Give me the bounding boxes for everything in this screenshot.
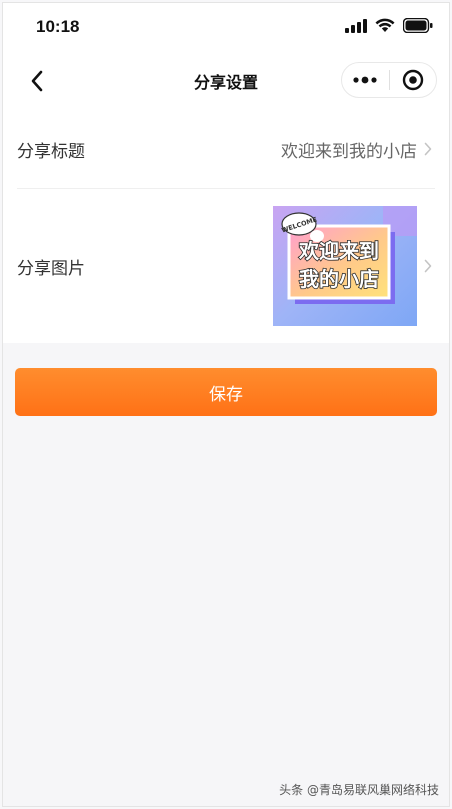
share-title-label: 分享标题 (17, 141, 85, 162)
watermark-text: 头条 @青岛易联风巢网络科技 (279, 783, 439, 797)
poster-line-1: 欢迎来到 (298, 239, 379, 263)
share-image-right: WELCOME 欢迎来到 我的小店 (273, 206, 433, 326)
save-button[interactable]: 保存 (15, 368, 437, 416)
more-dots-icon (353, 76, 377, 84)
phone-screen: 10:18 分享设置 分享标题 欢迎来到我的小店 分享图片 WELCOME 欢迎… (2, 2, 450, 807)
target-close-icon (402, 69, 423, 91)
more-menu-button[interactable] (342, 63, 389, 97)
status-icons (345, 18, 433, 33)
battery-icon (403, 18, 433, 33)
welcome-poster-graphic: WELCOME 欢迎来到 我的小店 (280, 206, 417, 304)
signal-icon (345, 18, 367, 33)
settings-list: 分享标题 欢迎来到我的小店 分享图片 WELCOME 欢迎来到 我的小店 (3, 109, 449, 343)
mini-program-capsule (341, 62, 437, 98)
share-title-value: 欢迎来到我的小店 (281, 141, 417, 162)
status-time: 10:18 (36, 17, 80, 36)
share-image-label: 分享图片 (17, 258, 85, 279)
close-program-button[interactable] (390, 63, 437, 97)
share-title-row[interactable]: 分享标题 欢迎来到我的小店 (3, 109, 449, 189)
share-title-right: 欢迎来到我的小店 (281, 137, 433, 162)
share-image-thumbnail[interactable]: WELCOME 欢迎来到 我的小店 (273, 206, 417, 326)
wifi-icon (375, 18, 395, 32)
poster-line-2: 我的小店 (299, 267, 379, 291)
share-image-row[interactable]: 分享图片 WELCOME 欢迎来到 我的小店 (3, 189, 449, 343)
status-bar: 10:18 (3, 3, 449, 53)
chevron-right-icon (423, 258, 433, 274)
nav-bar: 分享设置 (3, 53, 449, 109)
chevron-right-icon (423, 141, 433, 157)
